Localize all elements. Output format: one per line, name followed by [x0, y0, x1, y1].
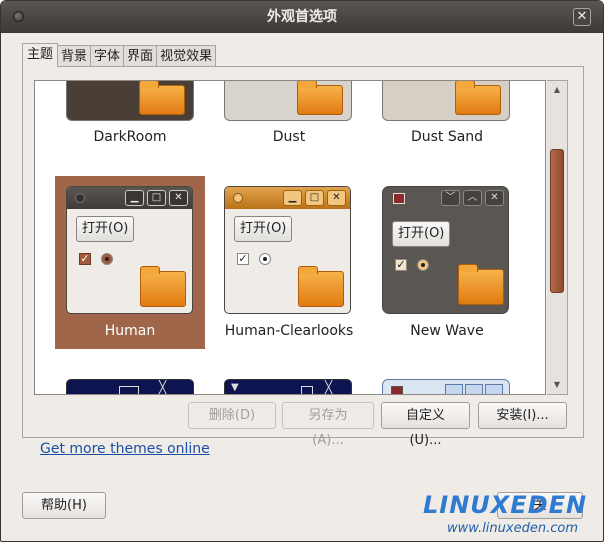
mini-title-bar: ▁ □ ✕ — [67, 187, 192, 209]
folder-icon — [297, 81, 343, 115]
folder-icon — [298, 266, 344, 307]
folder-icon — [140, 266, 186, 307]
minimize-icon — [445, 384, 463, 394]
theme-label-human-clearlooks[interactable]: Human-Clearlooks — [214, 323, 364, 339]
maximize-icon: ︿ — [463, 190, 482, 206]
theme-thumb-row3-3[interactable] — [382, 379, 510, 394]
maximize-icon — [119, 386, 139, 394]
title-bar[interactable]: 外观首选项 ✕ — [1, 1, 603, 33]
watermark-url: www.linuxeden.com — [447, 521, 578, 536]
theme-list[interactable]: DarkRoom Dust Dust Sand ▁ □ ✕ 打开(O) ✓ Hu… — [34, 80, 546, 395]
scroll-up-icon[interactable]: ▲ — [547, 81, 567, 99]
window-title: 外观首选项 — [267, 9, 337, 25]
window-dot-icon — [233, 193, 243, 203]
theme-label-dust-sand[interactable]: Dust Sand — [372, 129, 522, 145]
install-button[interactable]: 安装(I)... — [478, 402, 567, 429]
tab-background[interactable]: 背景 — [57, 45, 92, 67]
watermark-logo: LINUXEDEN — [423, 491, 588, 519]
theme-thumb-dust[interactable] — [224, 81, 352, 121]
sample-open-button: 打开(O) — [234, 216, 293, 242]
maximize-icon — [301, 386, 313, 394]
theme-thumb-new-wave[interactable]: ﹀ ︿ ✕ 打开(O) ✓ — [382, 186, 509, 314]
appearance-preferences-window: 外观首选项 ✕ 主题 背景 字体 界面 视觉效果 DarkRoom Dust D… — [0, 0, 604, 542]
tab-bar: 主题 背景 字体 界面 视觉效果 — [22, 43, 217, 67]
sample-radio-icon — [259, 253, 271, 265]
close-icon: ✕ — [169, 190, 188, 206]
window-menu-icon — [391, 386, 403, 394]
theme-thumb-human[interactable]: ▁ □ ✕ 打开(O) ✓ — [66, 186, 193, 314]
minimize-icon: ▁ — [283, 190, 302, 206]
tab-interface[interactable]: 界面 — [123, 45, 158, 67]
scrollbar-thumb[interactable] — [550, 149, 564, 293]
theme-label-dust[interactable]: Dust — [214, 129, 364, 145]
delete-button[interactable]: 删除(D) — [188, 402, 276, 429]
more-themes-link[interactable]: Get more themes online — [40, 441, 210, 457]
sample-open-button: 打开(O) — [76, 216, 135, 242]
minimize-icon: ▁ — [125, 190, 144, 206]
theme-thumb-dust-sand[interactable] — [382, 81, 510, 121]
tab-visual-effects[interactable]: 视觉效果 — [156, 45, 217, 67]
close-icon: ╳ — [325, 380, 333, 394]
minimize-icon: ﹀ — [441, 190, 460, 206]
linuxeden-watermark: LINUXEDEN www.linuxeden.com — [419, 491, 603, 541]
sample-checkbox-icon: ✓ — [395, 258, 407, 271]
maximize-icon: □ — [305, 190, 324, 206]
theme-list-scrollbar[interactable]: ▲ ▼ — [547, 80, 568, 395]
folder-icon — [139, 81, 185, 115]
theme-label-new-wave[interactable]: New Wave — [372, 323, 522, 339]
sample-checkbox-icon: ✓ — [79, 252, 91, 265]
window-menu-icon — [393, 193, 405, 204]
close-icon — [485, 384, 503, 394]
close-window-button[interactable]: ✕ — [573, 8, 591, 26]
tab-fonts[interactable]: 字体 — [90, 45, 125, 67]
scroll-down-icon[interactable]: ▼ — [547, 376, 567, 394]
tab-theme[interactable]: 主题 — [22, 43, 59, 67]
maximize-icon — [465, 384, 483, 394]
sample-open-button: 打开(O) — [392, 221, 451, 247]
theme-thumb-darkroom[interactable] — [66, 81, 194, 121]
theme-thumb-row3-1[interactable]: ╳ — [66, 379, 194, 394]
close-icon: ╳ — [159, 380, 167, 394]
maximize-icon: □ — [147, 190, 166, 206]
close-icon: ✕ — [485, 190, 504, 206]
theme-thumb-row3-2[interactable]: ▼ ╳ — [224, 379, 352, 394]
mini-title-bar: ﹀ ︿ ✕ — [383, 187, 508, 209]
save-as-button[interactable]: 另存为(A)... — [282, 402, 374, 448]
sample-radio-icon — [101, 253, 113, 265]
folder-icon — [458, 264, 504, 305]
folder-icon — [455, 81, 501, 115]
theme-label-darkroom[interactable]: DarkRoom — [55, 129, 205, 145]
mini-title-bar: ▁ □ ✕ — [225, 187, 350, 209]
theme-label-human[interactable]: Human — [55, 323, 205, 339]
window-dot-icon — [75, 193, 85, 203]
help-button[interactable]: 帮助(H) — [22, 492, 106, 519]
customize-button[interactable]: 自定义(U)... — [381, 402, 470, 448]
close-icon: ✕ — [327, 190, 346, 206]
window-menu-icon[interactable] — [13, 11, 24, 22]
theme-thumb-human-clearlooks[interactable]: ▁ □ ✕ 打开(O) ✓ — [224, 186, 351, 314]
sample-radio-icon — [417, 259, 429, 271]
menu-arrow-icon: ▼ — [231, 382, 239, 393]
sample-checkbox-icon: ✓ — [237, 252, 249, 265]
